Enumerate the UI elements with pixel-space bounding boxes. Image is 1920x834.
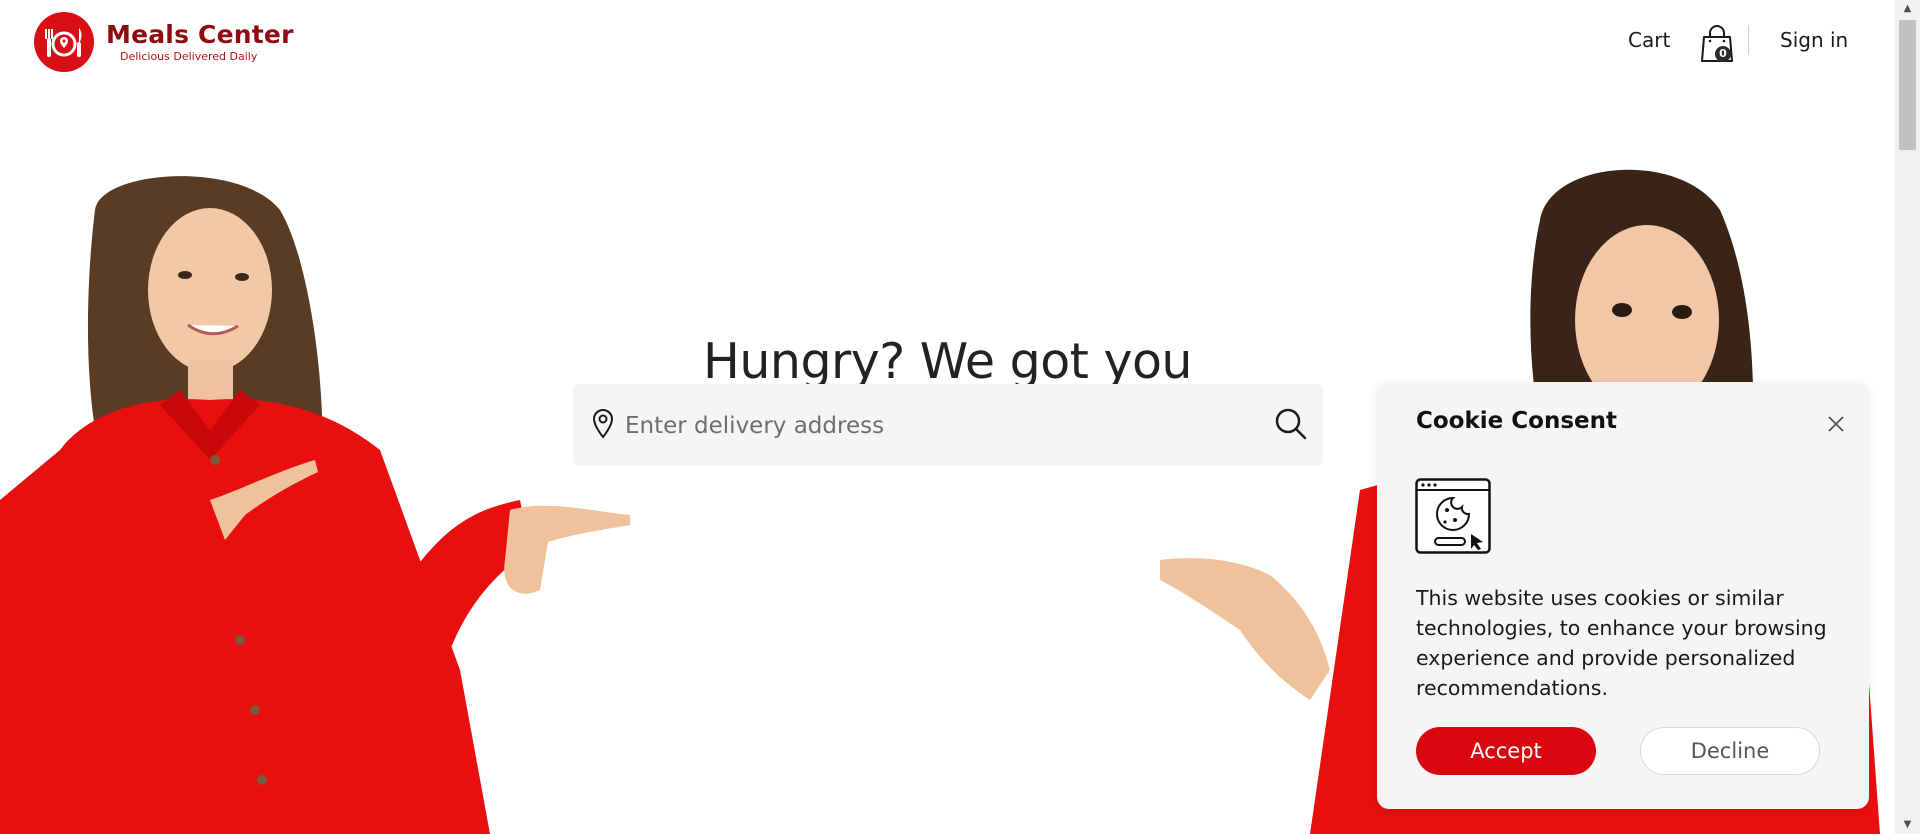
decline-cookies-button[interactable]: Decline [1640,727,1820,775]
location-pin-icon [591,408,615,444]
logo-tagline: Delicious Delivered Daily [120,50,258,63]
scroll-up-arrow-icon[interactable]: ▲ [1895,0,1920,18]
nav-divider [1748,25,1749,55]
cookie-browser-icon [1415,478,1491,558]
logo-title: Meals Center [106,20,294,49]
accept-cookies-button[interactable]: Accept [1416,727,1596,775]
page-scrollbar[interactable]: ▲ ▼ [1895,0,1920,834]
search-button[interactable] [1271,404,1311,444]
address-search-box [573,384,1323,468]
logo-icon [34,12,94,72]
cart-link[interactable]: Cart [1628,28,1670,52]
close-icon [1828,416,1844,432]
scroll-down-arrow-icon[interactable]: ▼ [1895,816,1920,834]
scrollbar-thumb[interactable] [1899,20,1916,150]
logo[interactable]: Meals Center Delicious Delivered Daily [34,12,294,72]
hero-woman-left-image [0,176,630,834]
cookie-dialog-title: Cookie Consent [1416,408,1617,434]
cookie-dialog-message: This website uses cookies or similar tec… [1416,586,1827,700]
cart-count-badge: 0 [1715,46,1731,62]
delivery-address-input[interactable] [623,384,1247,468]
site-header: Meals Center Delicious Delivered Daily C… [0,0,1895,90]
signin-link[interactable]: Sign in [1780,28,1848,52]
cookie-consent-dialog: Cookie Consent This website uses cookies… [1377,382,1869,809]
cookie-close-button[interactable] [1824,412,1848,436]
search-icon [1275,408,1307,440]
